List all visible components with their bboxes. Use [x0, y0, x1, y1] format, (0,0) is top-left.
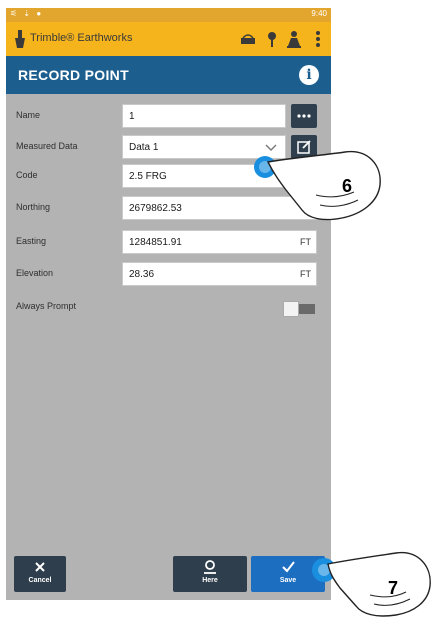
app-name: Trimble® Earthworks: [30, 32, 133, 44]
location-pin-icon: [204, 560, 216, 574]
northing-value: 2679862.53: [129, 203, 182, 214]
status-time: 9:40: [311, 9, 327, 18]
easting-unit: FT: [300, 237, 311, 247]
elevation-field[interactable]: 28.36 FT: [122, 262, 317, 286]
here-button[interactable]: Here: [173, 556, 247, 592]
hand-pointer-icon: [327, 552, 431, 617]
code-value: 2.5 FRG: [129, 171, 167, 182]
row-name: Name 1: [6, 104, 331, 130]
name-label: Name: [16, 110, 41, 120]
toggle-track: [299, 304, 315, 314]
ellipsis-icon: [297, 114, 311, 118]
close-icon: [35, 562, 45, 572]
easting-field[interactable]: 1284851.91 FT: [122, 230, 317, 254]
name-value: 1: [129, 111, 135, 122]
name-options-button[interactable]: [291, 104, 317, 128]
row-easting: Easting 1284851.91 FT: [6, 230, 331, 256]
cancel-label: Cancel: [28, 577, 52, 584]
device-screen: ⚟ ⇣ ● 9:40 Trimble® Earthworks RECORD PO…: [6, 8, 331, 600]
toggle-knob: [283, 301, 299, 317]
elevation-unit: FT: [300, 269, 311, 279]
step-7-callout: 7: [388, 578, 399, 598]
code-label: Code: [16, 170, 38, 180]
easting-label: Easting: [16, 236, 47, 246]
tap-hand-save: [312, 552, 431, 617]
name-field[interactable]: 1: [122, 104, 286, 128]
hand-pointer-icon: [266, 150, 381, 221]
status-icons: ⚟ ⇣ ●: [10, 9, 44, 18]
step-6-callout: 6: [342, 176, 353, 196]
measured-data-label: Measured Data: [16, 141, 78, 151]
northing-label: Northing: [16, 202, 51, 212]
measured-data-value: Data 1: [129, 142, 159, 153]
title-bar: RECORD POINT i: [6, 56, 331, 94]
row-elevation: Elevation 28.36 FT: [6, 262, 331, 288]
always-prompt-toggle[interactable]: [283, 301, 315, 317]
more-vertical-icon[interactable]: [308, 29, 328, 49]
trimble-logo-icon: [15, 30, 25, 48]
here-label: Here: [202, 577, 218, 584]
elevation-value: 28.36: [129, 269, 155, 280]
person-icon[interactable]: [284, 29, 304, 49]
always-prompt-label: Always Prompt: [16, 301, 77, 311]
page-title: RECORD POINT: [18, 67, 129, 83]
easting-value: 1284851.91: [129, 237, 182, 248]
cancel-button[interactable]: Cancel: [14, 556, 66, 592]
pin-icon[interactable]: [262, 29, 282, 49]
elevation-label: Elevation: [16, 268, 54, 278]
status-bar: ⚟ ⇣ ● 9:40: [6, 8, 331, 22]
gnss-receiver-icon[interactable]: [238, 29, 258, 49]
app-bar: Trimble® Earthworks: [6, 22, 331, 56]
tap-hand-code: [254, 150, 381, 221]
info-icon[interactable]: i: [299, 65, 319, 85]
